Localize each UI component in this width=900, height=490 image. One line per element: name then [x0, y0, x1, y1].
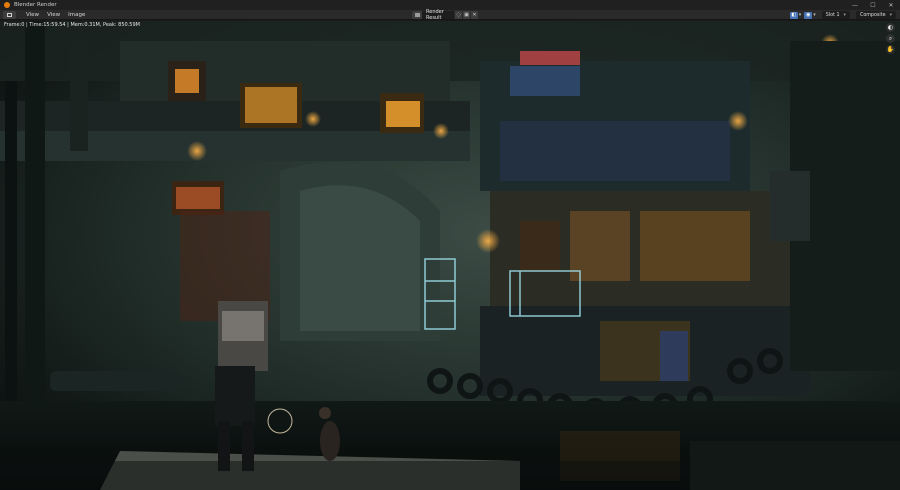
editor-type-button[interactable] [3, 10, 16, 19]
header-right-tools: ◧ ▾ ◉ ▾ Slot 1 ▾ Composite ▾ [787, 11, 896, 19]
chevron-down-icon: ▾ [843, 12, 846, 18]
display-channels-button[interactable]: ◧ [789, 11, 798, 19]
copy-icon: ▣ [464, 12, 469, 18]
render-viewport[interactable]: Frame:0 | Time:15:59.54 | Mem:0.31M, Pea… [0, 21, 900, 490]
chevron-down-icon[interactable]: ▾ [813, 12, 816, 18]
maximize-button[interactable]: ☐ [864, 0, 882, 10]
title-bar: Blender Render — ☐ ✕ [0, 0, 900, 10]
eye-icon[interactable]: ◐ [886, 23, 895, 32]
render-metadata: Frame:0 | Time:15:59.54 | Mem:0.31M, Pea… [4, 22, 140, 28]
fake-user-button[interactable]: ◌ [455, 11, 462, 19]
chevron-down-icon[interactable]: ▾ [799, 12, 802, 18]
browse-image-button[interactable] [412, 11, 422, 19]
shield-icon: ◌ [456, 12, 461, 18]
render-result-image [0, 21, 900, 490]
zoom-icon[interactable]: ⌕ [886, 34, 895, 43]
close-icon: ✕ [472, 12, 477, 18]
slot-label: Slot 1 [825, 12, 840, 18]
menu-image[interactable]: Image [64, 12, 89, 18]
image-editor-header: View View Image Render Result ◌ ▣ ✕ ◧ ▾ … [0, 9, 900, 21]
slot-dropdown[interactable]: Slot 1 ▾ [821, 11, 850, 19]
channels-icon: ◧ [791, 12, 797, 18]
window-controls: — ☐ ✕ [846, 0, 900, 10]
unlink-image-button[interactable]: ✕ [471, 11, 478, 19]
overlay-icon: ◉ [806, 12, 811, 18]
overlay-button[interactable]: ◉ [804, 11, 813, 19]
layer-label: Composite [859, 12, 886, 18]
image-editor-icon [7, 12, 12, 17]
minimize-button[interactable]: — [846, 0, 864, 10]
image-name-field[interactable]: Render Result [422, 9, 454, 21]
menu-view-2[interactable]: View [43, 12, 64, 18]
layer-dropdown[interactable]: Composite ▾ [855, 11, 896, 19]
close-button[interactable]: ✕ [882, 0, 900, 10]
image-browse-icon [414, 13, 420, 17]
pan-hand-icon[interactable]: ✋ [886, 45, 895, 54]
image-selector: Render Result ◌ ▣ ✕ [412, 9, 478, 21]
blender-logo-icon [4, 2, 10, 8]
menu-bar: View View Image [22, 12, 89, 18]
window-title: Blender Render [14, 2, 57, 8]
menu-view-1[interactable]: View [22, 12, 43, 18]
new-image-button[interactable]: ▣ [463, 11, 470, 19]
chevron-down-icon: ▾ [889, 12, 892, 18]
